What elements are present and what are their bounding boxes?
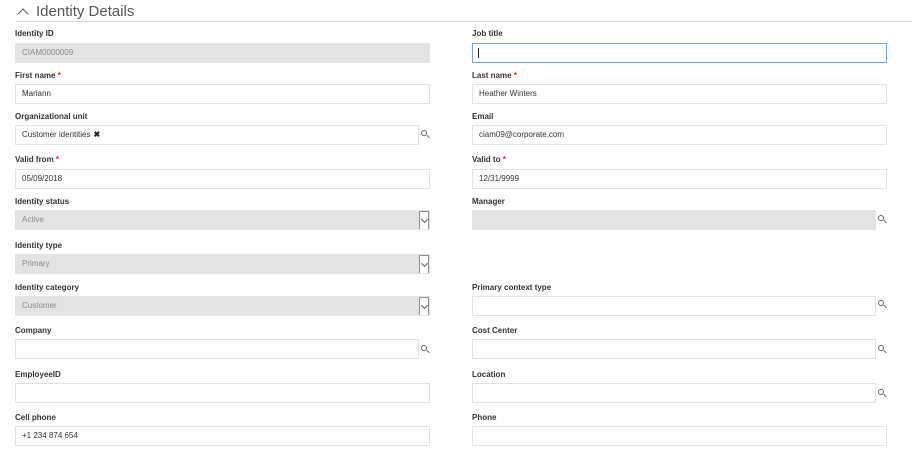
manager-search-icon[interactable] bbox=[878, 215, 887, 224]
primary-context-type-search-icon[interactable] bbox=[878, 300, 887, 309]
section-title: Identity Details bbox=[36, 3, 135, 20]
remove-org-unit-icon[interactable]: ✖ bbox=[93, 130, 100, 139]
valid-from-input[interactable]: 05/09/2018 bbox=[15, 169, 430, 189]
last-name-label: Last name * bbox=[472, 71, 517, 80]
manager-field bbox=[472, 210, 876, 230]
employee-id-input[interactable] bbox=[15, 383, 430, 403]
section-header-identity-details[interactable]: Identity Details bbox=[16, 2, 912, 22]
identity-id-field: CIAM0000009 bbox=[15, 43, 430, 63]
job-title-label: Job title bbox=[472, 29, 503, 38]
email-input[interactable]: ciam09@corporate.com bbox=[472, 125, 887, 145]
org-unit-field[interactable]: Customer identities ✖ bbox=[15, 125, 419, 145]
location-search-icon[interactable] bbox=[878, 389, 887, 398]
identity-type-select[interactable]: Primary bbox=[15, 254, 430, 274]
org-unit-search-icon[interactable] bbox=[421, 130, 430, 139]
primary-context-type-label: Primary context type bbox=[472, 283, 552, 292]
location-input[interactable] bbox=[472, 383, 876, 403]
company-input[interactable] bbox=[15, 339, 419, 359]
text-caret bbox=[478, 48, 479, 58]
first-name-input[interactable]: Mariann bbox=[15, 84, 430, 104]
job-title-input[interactable] bbox=[472, 43, 887, 63]
identity-category-select[interactable]: Customer bbox=[15, 296, 430, 316]
first-name-label: First name * bbox=[15, 71, 61, 80]
cost-center-input[interactable] bbox=[472, 339, 876, 359]
identity-status-select[interactable]: Active bbox=[15, 210, 430, 230]
cell-phone-input[interactable]: +1 234 874 654 bbox=[15, 426, 430, 446]
phone-label: Phone bbox=[472, 413, 497, 422]
chevron-down-icon[interactable] bbox=[419, 255, 429, 273]
identity-id-label: Identity ID bbox=[15, 29, 54, 38]
company-search-icon[interactable] bbox=[421, 345, 430, 354]
phone-input[interactable] bbox=[472, 426, 887, 446]
manager-label: Manager bbox=[472, 197, 505, 206]
identity-type-label: Identity type bbox=[15, 241, 63, 250]
cost-center-search-icon[interactable] bbox=[878, 345, 887, 354]
chevron-down-icon[interactable] bbox=[419, 297, 429, 315]
valid-to-label: Valid to * bbox=[472, 155, 506, 164]
chevron-up-icon[interactable] bbox=[17, 7, 29, 20]
valid-to-input[interactable]: 12/31/9999 bbox=[472, 169, 887, 189]
valid-from-label: Valid from * bbox=[15, 155, 60, 164]
cost-center-label: Cost Center bbox=[472, 326, 518, 335]
org-unit-label: Organizational unit bbox=[15, 112, 88, 121]
email-label: Email bbox=[472, 112, 494, 121]
identity-category-label: Identity category bbox=[15, 283, 80, 292]
company-label: Company bbox=[15, 326, 52, 335]
location-label: Location bbox=[472, 370, 506, 379]
employee-id-label: EmployeeID bbox=[15, 370, 61, 379]
cell-phone-label: Cell phone bbox=[15, 413, 56, 422]
primary-context-type-input[interactable] bbox=[472, 296, 876, 316]
identity-status-label: Identity status bbox=[15, 197, 70, 206]
chevron-down-icon[interactable] bbox=[419, 211, 429, 229]
last-name-input[interactable]: Heather Winters bbox=[472, 84, 887, 104]
